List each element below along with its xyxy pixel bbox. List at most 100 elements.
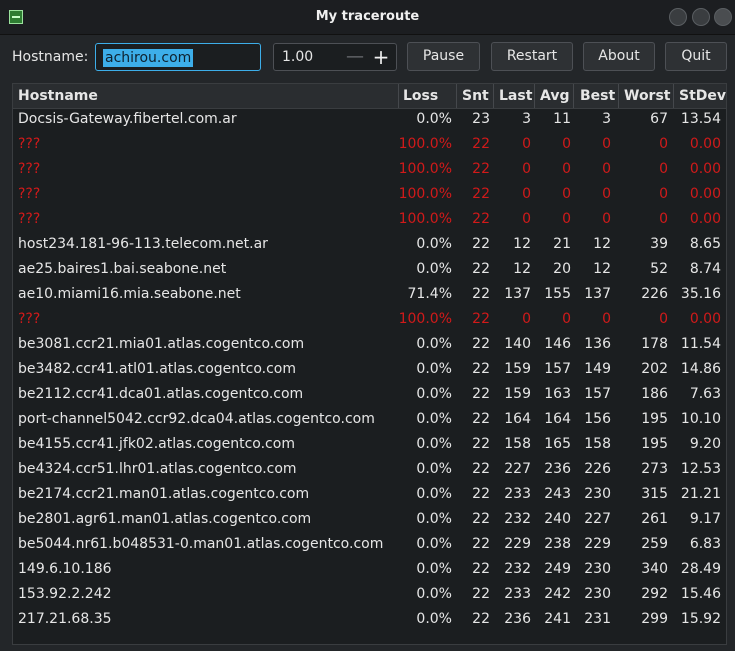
- pause-button[interactable]: Pause: [407, 42, 480, 71]
- table-row[interactable]: be5044.nr61.b048531-0.man01.atlas.cogent…: [13, 533, 726, 558]
- cell-hostname: be4155.ccr41.jfk02.atlas.cogentco.com: [18, 436, 295, 452]
- cell-last: 12: [513, 261, 531, 277]
- cell-snt: 22: [472, 311, 490, 327]
- decrement-icon[interactable]: —: [344, 46, 366, 68]
- cell-worst: 186: [641, 386, 668, 402]
- title-bar[interactable]: My traceroute: [0, 0, 735, 35]
- table-row[interactable]: ae10.miami16.mia.seabone.net 71.4% 22 137 15…: [13, 283, 726, 308]
- maximize-button[interactable]: [692, 8, 710, 26]
- table-row[interactable]: 149.6.10.186 0.0% 22 232 249 230 340 28.49: [13, 558, 726, 583]
- table-row[interactable]: 217.21.68.35 0.0% 22 236 241 231 299 15.92: [13, 608, 726, 633]
- cell-loss: 0.0%: [416, 111, 452, 127]
- cell-best: 227: [584, 511, 611, 527]
- close-button[interactable]: [714, 8, 732, 26]
- column-header-loss[interactable]: Loss: [403, 88, 438, 104]
- cell-worst: 195: [641, 436, 668, 452]
- cell-loss: 100.0%: [398, 186, 452, 202]
- cell-loss: 0.0%: [416, 261, 452, 277]
- column-header-snt[interactable]: Snt: [462, 88, 489, 104]
- cell-best: 0: [602, 211, 611, 227]
- cell-loss: 0.0%: [416, 436, 452, 452]
- cell-snt: 22: [472, 436, 490, 452]
- column-header-stdev[interactable]: StDev: [679, 88, 726, 104]
- cell-snt: 22: [472, 611, 490, 627]
- cell-snt: 22: [472, 386, 490, 402]
- cell-stdev: 28.49: [680, 561, 721, 577]
- cell-loss: 0.0%: [416, 586, 452, 602]
- cell-stdev: 9.20: [689, 436, 721, 452]
- cell-snt: 22: [472, 136, 490, 152]
- cell-worst: 340: [641, 561, 668, 577]
- cell-best: 230: [584, 561, 611, 577]
- cell-hostname: be2801.agr61.man01.atlas.cogentco.com: [18, 511, 312, 527]
- table-row[interactable]: Docsis-Gateway.fibertel.com.ar 0.0% 23 3 11 3…: [13, 108, 726, 133]
- interval-spinbox[interactable]: 1.00 — +: [273, 43, 397, 71]
- cell-loss: 0.0%: [416, 611, 452, 627]
- cell-loss: 100.0%: [398, 311, 452, 327]
- hostname-input[interactable]: achirou.com: [95, 43, 261, 71]
- cell-snt: 22: [472, 561, 490, 577]
- cell-last: 137: [504, 286, 531, 302]
- cell-worst: 195: [641, 411, 668, 427]
- cell-snt: 22: [472, 586, 490, 602]
- table-row[interactable]: port-channel5042.ccr92.dca04.atlas.cogen…: [13, 408, 726, 433]
- table-row[interactable]: be2801.agr61.man01.atlas.cogentco.com 0.0…: [13, 508, 726, 533]
- column-header-hostname[interactable]: Hostname: [18, 88, 98, 104]
- cell-avg: 242: [544, 586, 571, 602]
- cell-hostname: be2174.ccr21.man01.atlas.cogentco.com: [18, 486, 310, 502]
- cell-best: 0: [602, 311, 611, 327]
- cell-worst: 52: [650, 261, 668, 277]
- table-row[interactable]: ??? 100.0% 22 0 0 0 0 0.00: [13, 133, 726, 158]
- cell-last: 0: [522, 211, 531, 227]
- cell-snt: 22: [472, 511, 490, 527]
- table-row[interactable]: ??? 100.0% 22 0 0 0 0 0.00: [13, 208, 726, 233]
- cell-snt: 22: [472, 486, 490, 502]
- cell-loss: 0.0%: [416, 386, 452, 402]
- cell-last: 233: [504, 486, 531, 502]
- cell-hostname: ???: [18, 311, 41, 327]
- cell-stdev: 0.00: [689, 136, 721, 152]
- table-row[interactable]: host234.181-96-113.telecom.net.ar 0.0% 22 1…: [13, 233, 726, 258]
- traceroute-table[interactable]: Hostname Loss Snt Last Avg Best Worst St…: [12, 83, 727, 645]
- table-row[interactable]: be2174.ccr21.man01.atlas.cogentco.com 0.0…: [13, 483, 726, 508]
- column-header-avg[interactable]: Avg: [540, 88, 569, 104]
- cell-stdev: 13.54: [680, 111, 721, 127]
- cell-worst: 0: [659, 136, 668, 152]
- restart-button[interactable]: Restart: [491, 42, 573, 71]
- cell-hostname: be3482.ccr41.atl01.atlas.cogentco.com: [18, 361, 296, 377]
- cell-stdev: 15.46: [680, 586, 721, 602]
- cell-worst: 67: [650, 111, 668, 127]
- quit-button[interactable]: Quit: [665, 42, 727, 71]
- increment-icon[interactable]: +: [370, 46, 392, 68]
- table-row[interactable]: be4155.ccr41.jfk02.atlas.cogentco.com 0.0…: [13, 433, 726, 458]
- table-row[interactable]: 153.92.2.242 0.0% 22 233 242 230 292 15.46: [13, 583, 726, 608]
- column-header-worst[interactable]: Worst: [624, 88, 671, 104]
- table-row[interactable]: ??? 100.0% 22 0 0 0 0 0.00: [13, 308, 726, 333]
- cell-worst: 0: [659, 311, 668, 327]
- cell-hostname: ???: [18, 186, 41, 202]
- column-separator: [573, 84, 574, 108]
- cell-last: 233: [504, 586, 531, 602]
- table-row[interactable]: be2112.ccr41.dca01.atlas.cogentco.com 0.0…: [13, 383, 726, 408]
- cell-last: 159: [504, 361, 531, 377]
- about-button[interactable]: About: [583, 42, 655, 71]
- cell-last: 229: [504, 536, 531, 552]
- table-row[interactable]: ??? 100.0% 22 0 0 0 0 0.00: [13, 183, 726, 208]
- cell-last: 236: [504, 611, 531, 627]
- cell-avg: 146: [544, 336, 571, 352]
- cell-last: 0: [522, 311, 531, 327]
- cell-hostname: ???: [18, 161, 41, 177]
- table-row[interactable]: be3482.ccr41.atl01.atlas.cogentco.com 0.0…: [13, 358, 726, 383]
- cell-stdev: 6.83: [689, 536, 721, 552]
- cell-hostname: ???: [18, 211, 41, 227]
- minimize-button[interactable]: [669, 8, 687, 26]
- table-row[interactable]: be4324.ccr51.lhr01.atlas.cogentco.com 0.0…: [13, 458, 726, 483]
- table-row[interactable]: ??? 100.0% 22 0 0 0 0 0.00: [13, 158, 726, 183]
- column-header-best[interactable]: Best: [580, 88, 615, 104]
- column-header-last[interactable]: Last: [499, 88, 532, 104]
- table-row[interactable]: ae25.baires1.bai.seabone.net 0.0% 22 12 20 12…: [13, 258, 726, 283]
- cell-loss: 100.0%: [398, 161, 452, 177]
- table-row[interactable]: be3081.ccr21.mia01.atlas.cogentco.com 0.0…: [13, 333, 726, 358]
- cell-stdev: 10.10: [680, 411, 721, 427]
- toolbar: Hostname: achirou.com 1.00 — + Pause Res…: [0, 35, 735, 80]
